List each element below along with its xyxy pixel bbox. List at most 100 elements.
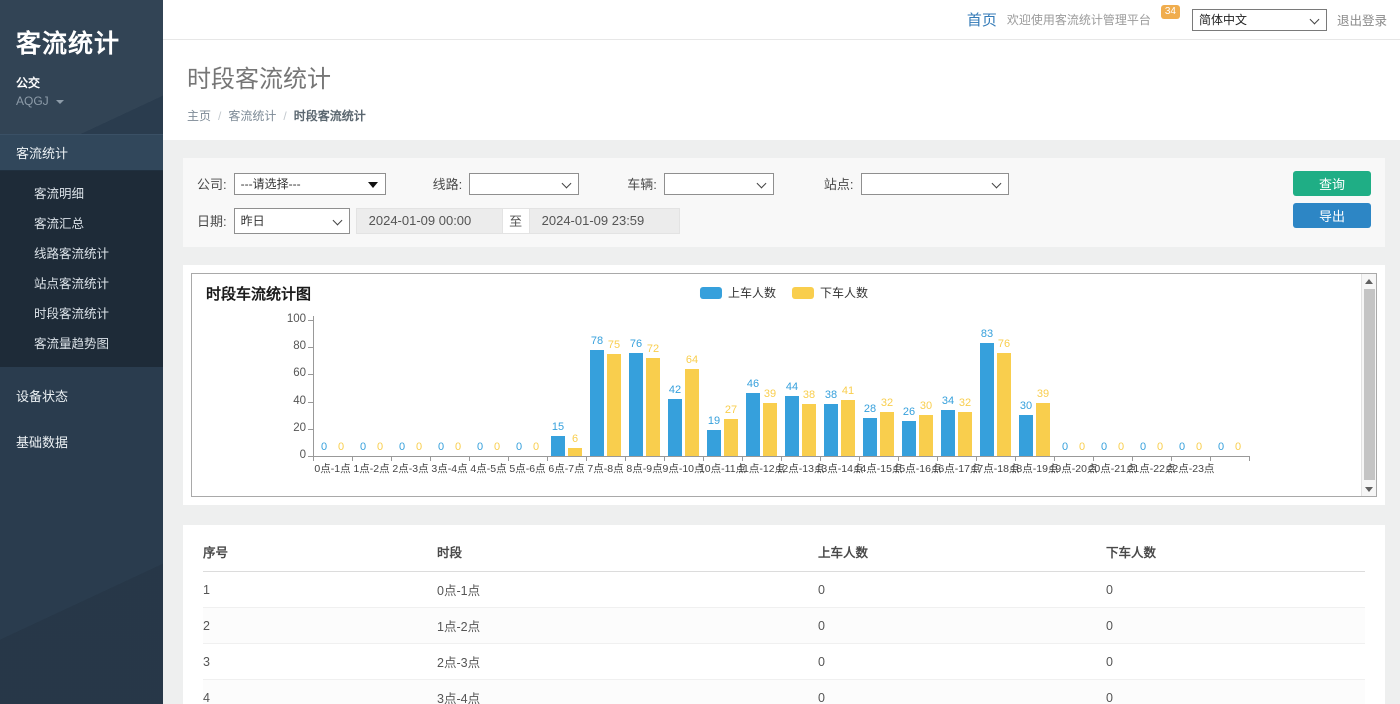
bar-value-label: 39: [1028, 388, 1058, 400]
y-tick: [308, 320, 313, 321]
sidebar-item[interactable]: 线路客流统计: [0, 238, 163, 268]
bar-value-label: 0: [1223, 441, 1253, 453]
vehicle-select-wrap: [664, 173, 774, 195]
logout-link[interactable]: 退出登录: [1337, 10, 1387, 29]
chart-bar: [824, 404, 838, 456]
breadcrumb: 主页/客流统计/时段客流统计: [187, 107, 1376, 124]
chart-bar: [841, 400, 855, 456]
chart-bar: [646, 358, 660, 456]
x-tick: [1249, 457, 1250, 461]
table-panel: 序号时段上车人数下车人数 10点-1点0021点-2点0032点-3点0043点…: [183, 525, 1385, 704]
table-cell: 3点-4点: [437, 680, 818, 704]
breadcrumb-item[interactable]: 主页: [187, 109, 211, 123]
welcome-text: 欢迎使用客流统计管理平台: [1007, 11, 1151, 28]
chart-bar: [707, 430, 721, 456]
legend-swatch-icon: [792, 287, 814, 299]
table-body: 10点-1点0021点-2点0032点-3点0043点-4点0054点-5点00…: [203, 572, 1365, 704]
scroll-up-icon[interactable]: [1362, 274, 1376, 288]
chart-bar: [785, 396, 799, 456]
bar-value-label: 32: [950, 397, 980, 409]
page-head: 时段客流统计 主页/客流统计/时段客流统计: [163, 40, 1400, 140]
legend-label: 上车人数: [728, 284, 776, 301]
line-select[interactable]: [470, 174, 578, 194]
filter-panel: 公司: ---请选择--- 线路: 车辆: 站点:: [183, 158, 1385, 247]
chart-bar: [1019, 415, 1033, 456]
date-end-input[interactable]: [530, 209, 679, 233]
chart-bar: [568, 448, 582, 456]
bar-value-label: 64: [677, 354, 707, 366]
sidebar-group-passenger-stats[interactable]: 客流统计: [0, 134, 163, 171]
table-cell: 0: [1106, 680, 1365, 704]
page-title: 时段客流统计: [187, 59, 1376, 94]
sidebar-section[interactable]: 设备状态: [0, 378, 163, 413]
breadcrumb-item[interactable]: 客流统计: [228, 109, 276, 123]
chart-bar: [590, 350, 604, 456]
table-cell: 1点-2点: [437, 608, 818, 644]
table-header: 上车人数: [818, 531, 1106, 572]
bar-value-label: 27: [716, 404, 746, 416]
table-row: 21点-2点00: [203, 608, 1365, 644]
chart-bar: [607, 354, 621, 456]
table-cell: 0点-1点: [437, 572, 818, 608]
breadcrumb-item: 时段客流统计: [294, 109, 366, 123]
sidebar-item[interactable]: 客流明细: [0, 178, 163, 208]
export-button[interactable]: 导出: [1293, 203, 1371, 228]
date-start-input[interactable]: [357, 209, 502, 233]
table-cell: 4: [203, 680, 437, 704]
query-button[interactable]: 查询: [1293, 171, 1371, 196]
y-tick: [308, 429, 313, 430]
org-name: 公交: [16, 74, 147, 91]
scroll-down-icon[interactable]: [1362, 482, 1376, 496]
org-code-dropdown[interactable]: AQGJ: [16, 94, 147, 108]
chart-bar: [958, 412, 972, 456]
bar-value-label: 41: [833, 385, 863, 397]
x-tick-label: 22点-23点: [1160, 461, 1222, 476]
table-header: 时段: [437, 531, 818, 572]
content: 公司: ---请选择--- 线路: 车辆: 站点:: [163, 140, 1400, 704]
table-header-row: 序号时段上车人数下车人数: [203, 531, 1365, 572]
sidebar-sections: 设备状态基础数据: [0, 378, 163, 459]
y-tick-label: 0: [258, 449, 306, 461]
home-link[interactable]: 首页: [967, 9, 997, 30]
sidebar-item[interactable]: 客流量趋势图: [0, 328, 163, 358]
scrollbar-thumb[interactable]: [1364, 289, 1375, 480]
chart-bar: [629, 353, 643, 456]
org-code-label: AQGJ: [16, 94, 49, 108]
sidebar: 客流统计 公交 AQGJ 客流统计 客流明细客流汇总线路客流统计站点客流统计时段…: [0, 0, 163, 704]
sidebar-section[interactable]: 基础数据: [0, 424, 163, 459]
chart-title: 时段车流统计图: [206, 283, 311, 304]
legend-item[interactable]: 上车人数: [700, 284, 776, 301]
y-tick-label: 80: [258, 340, 306, 352]
y-tick: [308, 402, 313, 403]
legend-item[interactable]: 下车人数: [792, 284, 868, 301]
table-cell: 3: [203, 644, 437, 680]
table-cell: 0: [818, 572, 1106, 608]
chart-bar: [763, 403, 777, 456]
date-label: 日期:: [197, 211, 227, 230]
sidebar-item[interactable]: 站点客流统计: [0, 268, 163, 298]
station-select[interactable]: [862, 174, 1008, 194]
company-select[interactable]: ---请选择---: [235, 174, 385, 194]
hourly-stats-table: 序号时段上车人数下车人数 10点-1点0021点-2点0032点-3点0043点…: [203, 531, 1365, 704]
language-select[interactable]: 简体中文: [1193, 10, 1326, 30]
y-tick-label: 40: [258, 395, 306, 407]
table-cell: 0: [1106, 644, 1365, 680]
table-cell: 0: [818, 680, 1106, 704]
chart-bar: [746, 393, 760, 456]
sidebar-item[interactable]: 时段客流统计: [0, 298, 163, 328]
date-preset-select[interactable]: 昨日: [235, 209, 349, 233]
y-tick: [308, 347, 313, 348]
language-select-wrap: 简体中文: [1192, 9, 1327, 31]
bar-value-label: 72: [638, 343, 668, 355]
bar-value-label: 76: [989, 338, 1019, 350]
chart-y-axis: [313, 316, 314, 457]
sidebar-item[interactable]: 客流汇总: [0, 208, 163, 238]
vehicle-select[interactable]: [665, 174, 773, 194]
chart-bar: [880, 412, 894, 456]
chart-bar: [997, 353, 1011, 456]
company-select-wrap: ---请选择---: [234, 173, 386, 195]
station-select-wrap: [861, 173, 1009, 195]
notification-badge[interactable]: 34: [1161, 5, 1180, 19]
sidebar-submenu: 客流明细客流汇总线路客流统计站点客流统计时段客流统计客流量趋势图: [0, 171, 163, 367]
chart-scrollbar: [1361, 274, 1376, 496]
